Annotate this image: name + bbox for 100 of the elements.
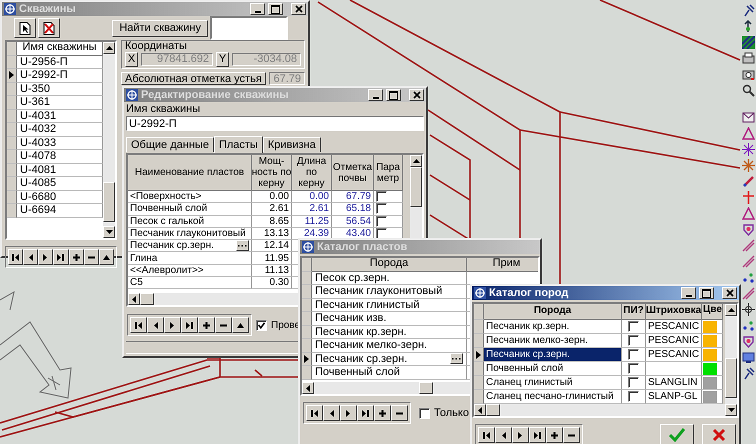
checkbox[interactable] bbox=[256, 320, 267, 330]
triangle-icon[interactable] bbox=[742, 127, 754, 140]
up-triangle-icon bbox=[236, 320, 245, 330]
scroll-left-button[interactable] bbox=[302, 382, 314, 394]
checkbox[interactable] bbox=[628, 321, 639, 332]
minimize-button[interactable] bbox=[368, 89, 383, 101]
more-button[interactable] bbox=[450, 353, 463, 364]
up-button[interactable] bbox=[98, 249, 114, 265]
horizontal-scrollbar[interactable] bbox=[474, 404, 725, 416]
column-header: Отметка почвы bbox=[332, 155, 374, 191]
maximize-button[interactable] bbox=[699, 287, 714, 299]
previous-button[interactable] bbox=[147, 317, 164, 333]
previous-button[interactable] bbox=[495, 427, 512, 443]
checkbox[interactable] bbox=[628, 363, 639, 374]
slash-icon[interactable] bbox=[742, 239, 754, 252]
add-button[interactable] bbox=[546, 427, 563, 443]
scroll-thumb[interactable] bbox=[486, 404, 500, 416]
next-button[interactable] bbox=[512, 427, 529, 443]
maximize-button[interactable] bbox=[268, 3, 283, 15]
vertical-scrollbar[interactable] bbox=[103, 42, 115, 238]
next-button[interactable] bbox=[340, 405, 357, 421]
ok-button[interactable] bbox=[660, 424, 694, 444]
add-button[interactable] bbox=[374, 405, 391, 421]
checkbox[interactable] bbox=[628, 391, 639, 402]
tab[interactable]: Общие данные bbox=[126, 137, 214, 152]
scroll-down-button[interactable] bbox=[103, 226, 115, 238]
previous-button[interactable] bbox=[323, 405, 340, 421]
slash-icon[interactable] bbox=[742, 255, 754, 268]
find-field[interactable] bbox=[210, 16, 288, 40]
star-icon[interactable] bbox=[742, 143, 754, 156]
camera-icon[interactable] bbox=[742, 68, 754, 81]
minimize-button[interactable] bbox=[681, 287, 696, 299]
delete-document-button[interactable] bbox=[38, 18, 60, 38]
printer-icon[interactable] bbox=[742, 52, 754, 65]
more-button[interactable] bbox=[236, 240, 249, 252]
next-button[interactable] bbox=[164, 317, 181, 333]
arrow-icon[interactable] bbox=[742, 20, 754, 33]
checkbox[interactable] bbox=[376, 203, 387, 214]
pencil-icon[interactable] bbox=[742, 175, 754, 188]
vertical-scrollbar[interactable] bbox=[725, 304, 737, 416]
scroll-thumb[interactable] bbox=[410, 167, 422, 207]
close-button[interactable] bbox=[409, 89, 424, 101]
tab[interactable]: Кривизна bbox=[262, 137, 321, 152]
scroll-left-button[interactable] bbox=[128, 293, 140, 305]
delete-button[interactable] bbox=[215, 317, 232, 333]
checkbox[interactable] bbox=[419, 408, 430, 418]
last-button[interactable] bbox=[529, 427, 546, 443]
first-button[interactable] bbox=[478, 427, 495, 443]
crosshair-icon[interactable] bbox=[742, 303, 754, 316]
scroll-thumb[interactable] bbox=[103, 182, 115, 222]
dots-icon[interactable] bbox=[742, 271, 754, 284]
asterisk-icon[interactable] bbox=[742, 159, 754, 172]
delete-button[interactable] bbox=[563, 427, 580, 443]
cross-icon[interactable] bbox=[742, 191, 754, 204]
stripes-icon[interactable] bbox=[742, 36, 754, 49]
triangle-icon[interactable] bbox=[742, 207, 754, 220]
checkbox[interactable] bbox=[628, 335, 639, 346]
checkbox[interactable] bbox=[376, 216, 387, 227]
minimize-button[interactable] bbox=[250, 3, 265, 15]
scroll-thumb[interactable] bbox=[725, 358, 737, 398]
add-button[interactable] bbox=[198, 317, 215, 333]
select-document-button[interactable] bbox=[14, 18, 36, 38]
close-button[interactable] bbox=[722, 287, 737, 299]
first-button[interactable] bbox=[8, 249, 24, 265]
last-button[interactable] bbox=[357, 405, 374, 421]
maximize-button[interactable] bbox=[386, 89, 401, 101]
last-button[interactable] bbox=[53, 249, 69, 265]
up-button[interactable] bbox=[232, 317, 249, 333]
checkbox[interactable] bbox=[376, 228, 387, 240]
scroll-down-button[interactable] bbox=[725, 404, 737, 416]
scroll-thumb[interactable] bbox=[419, 382, 433, 394]
last-button[interactable] bbox=[181, 317, 198, 333]
scroll-thumb[interactable] bbox=[140, 293, 154, 305]
shield-icon[interactable] bbox=[742, 335, 754, 348]
first-button[interactable] bbox=[130, 317, 147, 333]
scroll-up-button[interactable] bbox=[103, 42, 115, 54]
dots-icon[interactable] bbox=[742, 319, 754, 332]
previous-button[interactable] bbox=[23, 249, 38, 265]
delete-button[interactable] bbox=[391, 405, 408, 421]
cancel-button[interactable] bbox=[702, 424, 736, 444]
name-field[interactable]: U-2992-П bbox=[126, 116, 424, 131]
checkbox[interactable] bbox=[628, 349, 639, 360]
scroll-up-button[interactable] bbox=[725, 304, 737, 316]
maximize-icon bbox=[389, 90, 398, 100]
envelope-icon[interactable] bbox=[742, 111, 754, 124]
close-button[interactable] bbox=[291, 3, 306, 15]
tab[interactable]: Пласты bbox=[214, 136, 263, 153]
shield-icon[interactable] bbox=[742, 223, 754, 236]
search-icon[interactable] bbox=[742, 84, 754, 97]
scroll-left-button[interactable] bbox=[474, 404, 486, 416]
scroll-up-button[interactable] bbox=[410, 155, 422, 167]
checkbox[interactable] bbox=[628, 377, 639, 388]
monitor-icon[interactable] bbox=[742, 351, 754, 364]
slash-icon[interactable] bbox=[742, 287, 754, 300]
add-button[interactable] bbox=[68, 249, 84, 265]
delete-button[interactable] bbox=[84, 249, 99, 265]
checkbox[interactable] bbox=[376, 191, 387, 202]
find-button[interactable]: Найти скважину bbox=[112, 20, 208, 36]
next-button[interactable] bbox=[38, 249, 54, 265]
first-button[interactable] bbox=[306, 405, 323, 421]
